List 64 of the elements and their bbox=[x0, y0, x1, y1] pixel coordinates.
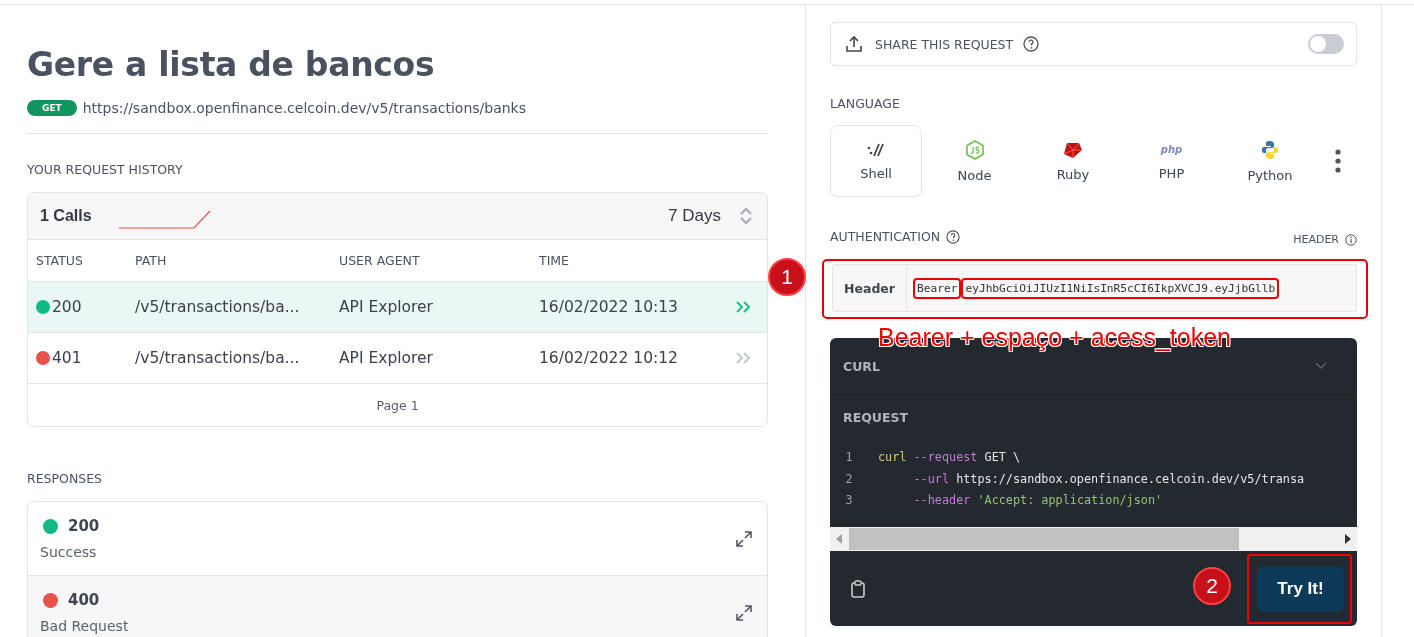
code-line: --header 'Accept: application/json' bbox=[912, 492, 1163, 509]
range-select[interactable]: 7 Days bbox=[668, 206, 753, 226]
page-indicator: Page 1 bbox=[376, 397, 419, 413]
calls-count: 1 Calls bbox=[40, 207, 92, 225]
line-number: 3 bbox=[844, 492, 854, 509]
column-header: PATH bbox=[135, 253, 168, 268]
response-item[interactable]: 400 Bad Request bbox=[28, 576, 767, 637]
status-code: 200 bbox=[52, 298, 82, 316]
column-header: TIME bbox=[539, 253, 570, 268]
code-line: --url https://sandbox.openfinance.celcoin.dev/v5/transa bbox=[912, 470, 1305, 488]
sort-icon bbox=[739, 206, 753, 226]
share-toggle[interactable] bbox=[1308, 34, 1344, 54]
section-heading: RESPONSES bbox=[27, 471, 103, 486]
section-heading: AUTHENTICATION bbox=[830, 229, 941, 244]
try-it-button[interactable]: Try It! bbox=[1257, 565, 1344, 612]
endpoint-url: https://sandbox.openfinance.celcoin.dev/v5/transactions/banks bbox=[82, 100, 527, 116]
help-icon[interactable] bbox=[946, 229, 961, 244]
code-line: curl --request GET \ bbox=[878, 449, 1021, 466]
time-cell-text: 16/02/2022 10:12 bbox=[539, 349, 679, 367]
section-heading: YOUR REQUEST HISTORY bbox=[27, 162, 184, 177]
column-header: USER AGENT bbox=[339, 253, 421, 268]
hexagon-icon bbox=[965, 139, 984, 160]
response-label: Bad Request bbox=[40, 618, 129, 634]
agent-cell-text: API Explorer bbox=[339, 349, 434, 367]
auth-mode: HEADER bbox=[1293, 233, 1339, 246]
gem-icon bbox=[1063, 140, 1083, 159]
path-cell-text: /v5/transactions/ba... bbox=[135, 349, 301, 367]
line-number: 2 bbox=[844, 470, 854, 488]
expand-icon[interactable] bbox=[735, 529, 753, 548]
clipboard-icon[interactable] bbox=[850, 579, 866, 598]
share-label: SHARE THIS REQUEST bbox=[875, 36, 1014, 52]
section-heading: LANGUAGE bbox=[830, 96, 901, 111]
method-badge: GET bbox=[27, 100, 77, 116]
expand-icon[interactable] bbox=[735, 603, 753, 622]
column-header: STATUS bbox=[36, 253, 84, 268]
status-code: 401 bbox=[52, 349, 82, 367]
time-cell-text: 16/02/2022 10:13 bbox=[539, 298, 679, 316]
path-cell-text: /v5/transactions/ba... bbox=[135, 298, 301, 316]
scroll-right-icon[interactable] bbox=[1344, 534, 1352, 544]
code-heading: REQUEST bbox=[842, 409, 909, 425]
auth-field[interactable]: Header Bearer eyJhbGciOiJIUzI1NiIsInR5cCI6IkpXVCJ9.eyJjbGllb bbox=[832, 264, 1357, 312]
python-logo-icon bbox=[1260, 139, 1280, 160]
slashes-icon bbox=[866, 141, 886, 158]
agent-cell-text: API Explorer bbox=[339, 298, 434, 316]
page-title: Gere a lista de bancos bbox=[27, 44, 436, 86]
more-icon[interactable] bbox=[1334, 149, 1341, 173]
response-code: 400 bbox=[68, 591, 100, 609]
language-tab[interactable]: Shell bbox=[830, 125, 922, 197]
chevron-down-icon[interactable] bbox=[1315, 362, 1327, 370]
auth-scheme: Bearer bbox=[913, 277, 962, 299]
info-icon[interactable] bbox=[1345, 233, 1357, 246]
response-code: 200 bbox=[68, 517, 100, 535]
code-language: CURL bbox=[843, 358, 880, 374]
upload-icon[interactable] bbox=[845, 35, 863, 53]
php-logo: php bbox=[1160, 142, 1183, 157]
history-row[interactable]: 200 /v5/transactions/ba... API Explorer 16/02/2022 10:13 bbox=[28, 282, 767, 333]
step-marker: 1 bbox=[768, 258, 806, 296]
line-number: 1 bbox=[844, 449, 854, 466]
auth-token: eyJhbGciOiJIUzI1NiIsInR5cCI6IkpXVCJ9.eyJjbGllb bbox=[961, 277, 1280, 299]
response-label: Success bbox=[40, 544, 98, 560]
help-icon[interactable] bbox=[1023, 36, 1040, 52]
auth-key: Header bbox=[833, 265, 907, 311]
annotation-text: Bearer + espaço + acess_token bbox=[878, 323, 1231, 352]
horizontal-scrollbar[interactable] bbox=[830, 527, 1357, 551]
